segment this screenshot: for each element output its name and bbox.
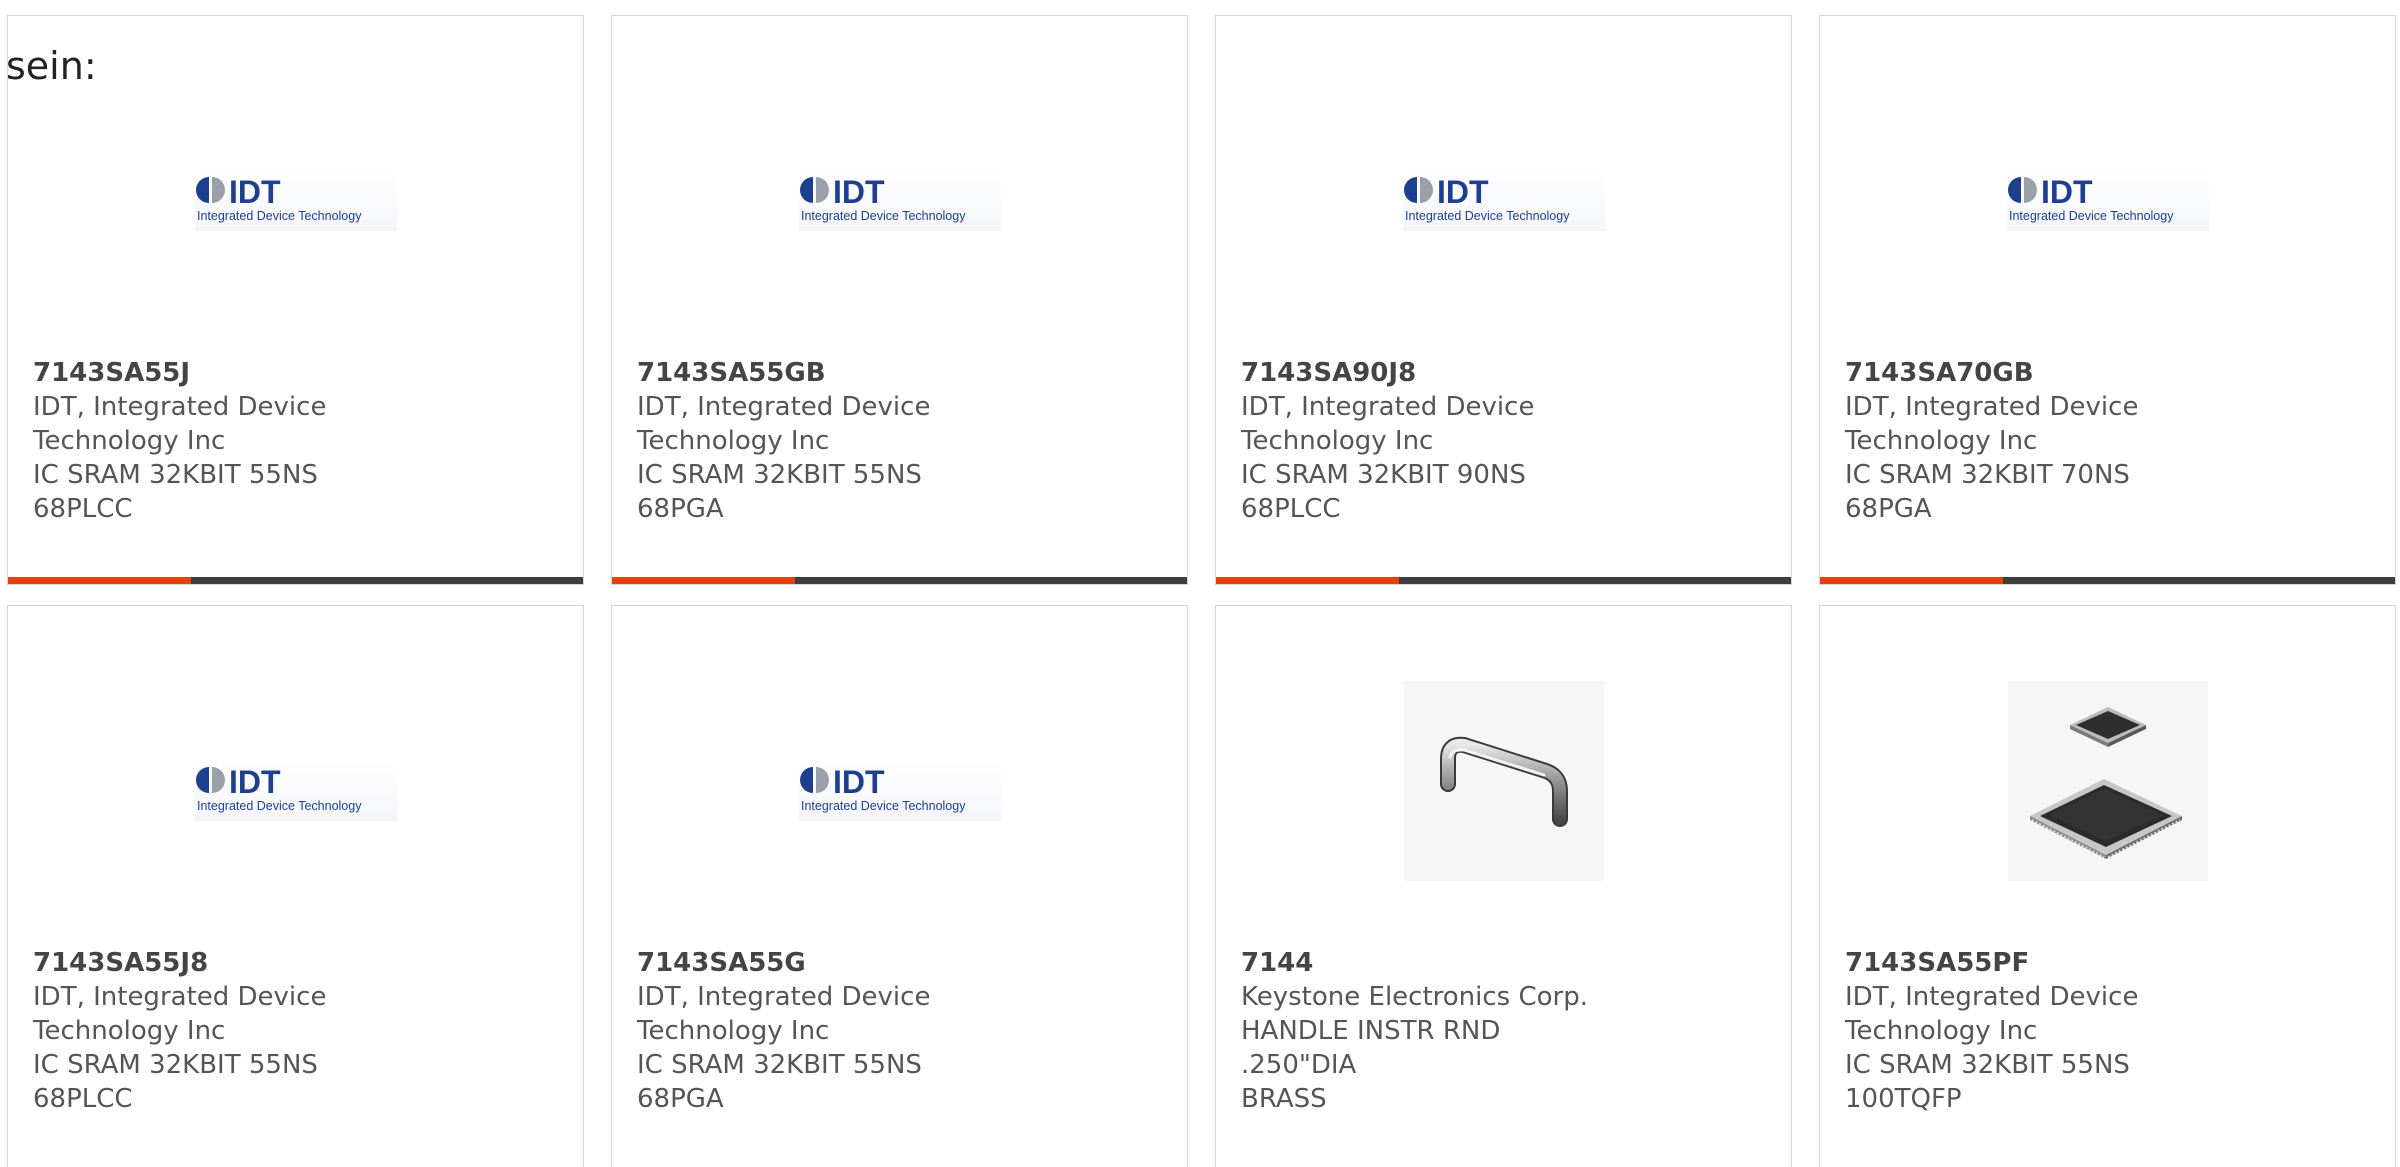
product-description: IC SRAM 32KBIT 55NS 68PLCC [33,460,318,524]
manufacturer-name: IDT, Integrated Device [637,982,931,1012]
logo-brand-text: IDT [2041,174,2093,210]
product-description-cont: BRASS [1241,1084,1327,1114]
manufacturer-name: IDT, Integrated Device [1845,982,2139,1012]
product-image[interactable]: IDT Integrated Device Technology [612,666,1187,896]
manufacturer-name-cont: Technology Inc [33,426,226,456]
idt-logo: IDT Integrated Device Technology [194,761,397,821]
manufacturer-name: IDT, Integrated Device [33,982,327,1012]
product-image[interactable]: IDT Integrated Device Technology [8,666,583,896]
card-bottom-bar [1216,577,1791,584]
manufacturer-name-cont: Technology Inc [1241,426,1434,456]
product-info: 7143SA70GB IDT, Integrated Device Techno… [1845,356,2205,526]
product-description: IC SRAM 32KBIT 90NS 68PLCC [1241,460,1526,524]
part-number-link[interactable]: 7143SA55J [33,356,393,390]
idt-logo-icon: IDTIntegrated Device Technology [1403,174,1570,223]
part-number-link[interactable]: 7143SA55J8 [33,946,393,980]
product-description: IC SRAM 32KBIT 55NS 68PGA [637,1050,922,1114]
manufacturer-name: IDT, Integrated Device [33,392,327,422]
manufacturer-name: Keystone Electronics Corp. [1241,982,1589,1012]
part-number-link[interactable]: 7143SA55PF [1845,946,2205,980]
product-card[interactable]: IDT Integrated Device Technology 7143SA55… [7,605,584,1167]
manufacturer-name-cont: Technology Inc [637,1016,830,1046]
product-info: 7143SA55J8 IDT, Integrated Device Techno… [33,946,393,1116]
product-info: 7143SA55G IDT, Integrated Device Technol… [637,946,997,1116]
idt-logo-icon: IDTIntegrated Device Technology [799,764,966,813]
product-description: IC SRAM 32KBIT 70NS 68PGA [1845,460,2130,524]
idt-logo: IDT Integrated Device Technology [798,761,1001,821]
part-number-link[interactable]: 7143SA90J8 [1241,356,1601,390]
card-bottom-bar [612,577,1187,584]
part-number-link[interactable]: 7143SA70GB [1845,356,2205,390]
logo-brand-text: IDT [1437,174,1489,210]
handle-photo [1403,681,1604,881]
card-bottom-bar [1820,577,2395,584]
card-accent-bar [1820,577,2003,584]
product-description: IC SRAM 32KBIT 55NS 68PLCC [33,1050,318,1114]
product-image[interactable] [1820,666,2395,896]
product-description: IC SRAM 32KBIT 55NS 100TQFP [1845,1050,2130,1114]
product-image[interactable]: IDT Integrated Device Technology [1216,76,1791,306]
product-info: 7143SA55PF IDT, Integrated Device Techno… [1845,946,2205,1116]
part-number-link[interactable]: 7143SA55GB [637,356,997,390]
manufacturer-name: IDT, Integrated Device [637,392,931,422]
logo-brand-text: IDT [229,764,281,800]
card-accent-bar [8,577,191,584]
card-bottom-bar [8,577,583,584]
idt-logo-icon: IDTIntegrated Device Technology [195,174,362,223]
product-card[interactable]: IDT Integrated Device Technology 7143SA55… [7,15,584,585]
product-info: 7144 Keystone Electronics Corp. HANDLE I… [1241,946,1601,1116]
logo-tagline-text: Integrated Device Technology [197,799,362,813]
part-number-link[interactable]: 7143SA55G [637,946,997,980]
product-image[interactable] [1216,666,1791,896]
intro-text: sein: [6,44,97,88]
product-card[interactable]: IDT Integrated Device Technology 7143SA70… [1819,15,2396,585]
product-description: HANDLE INSTR RND .250"DIA [1241,1016,1501,1080]
logo-tagline-text: Integrated Device Technology [801,209,966,223]
product-image[interactable]: IDT Integrated Device Technology [612,76,1187,306]
manufacturer-name-cont: Technology Inc [33,1016,226,1046]
idt-logo: IDT Integrated Device Technology [2006,171,2209,231]
logo-brand-text: IDT [833,174,885,210]
part-number-link[interactable]: 7144 [1241,946,1601,980]
logo-tagline-text: Integrated Device Technology [2009,209,2174,223]
chip-icon [2029,707,2182,859]
chip-photo [2007,681,2208,881]
card-accent-bar [1216,577,1399,584]
product-card[interactable]: 7144 Keystone Electronics Corp. HANDLE I… [1215,605,1792,1167]
idt-logo-icon: IDTIntegrated Device Technology [2007,174,2174,223]
logo-brand-text: IDT [229,174,281,210]
idt-logo: IDT Integrated Device Technology [194,171,397,231]
logo-tagline-text: Integrated Device Technology [1405,209,1570,223]
manufacturer-name: IDT, Integrated Device [1241,392,1535,422]
product-image[interactable]: IDT Integrated Device Technology [1820,76,2395,306]
idt-logo: IDT Integrated Device Technology [798,171,1001,231]
logo-tagline-text: Integrated Device Technology [197,209,362,223]
manufacturer-name-cont: Technology Inc [637,426,830,456]
manufacturer-name-cont: Technology Inc [1845,1016,2038,1046]
product-card[interactable]: IDT Integrated Device Technology 7143SA55… [611,15,1188,585]
handle-icon [1439,736,1568,827]
product-image[interactable]: IDT Integrated Device Technology [8,76,583,306]
manufacturer-name-cont: Technology Inc [1845,426,2038,456]
product-card[interactable]: 7143SA55PF IDT, Integrated Device Techno… [1819,605,2396,1167]
logo-brand-text: IDT [833,764,885,800]
idt-logo-icon: IDTIntegrated Device Technology [195,764,362,813]
logo-tagline-text: Integrated Device Technology [801,799,966,813]
product-description: IC SRAM 32KBIT 55NS 68PGA [637,460,922,524]
product-info: 7143SA55GB IDT, Integrated Device Techno… [637,356,997,526]
idt-logo-icon: IDTIntegrated Device Technology [799,174,966,223]
manufacturer-name: IDT, Integrated Device [1845,392,2139,422]
product-card[interactable]: IDT Integrated Device Technology 7143SA55… [611,605,1188,1167]
product-card[interactable]: IDT Integrated Device Technology 7143SA90… [1215,15,1792,585]
idt-logo: IDT Integrated Device Technology [1402,171,1605,231]
card-accent-bar [612,577,795,584]
product-info: 7143SA55J IDT, Integrated Device Technol… [33,356,393,526]
product-info: 7143SA90J8 IDT, Integrated Device Techno… [1241,356,1601,526]
